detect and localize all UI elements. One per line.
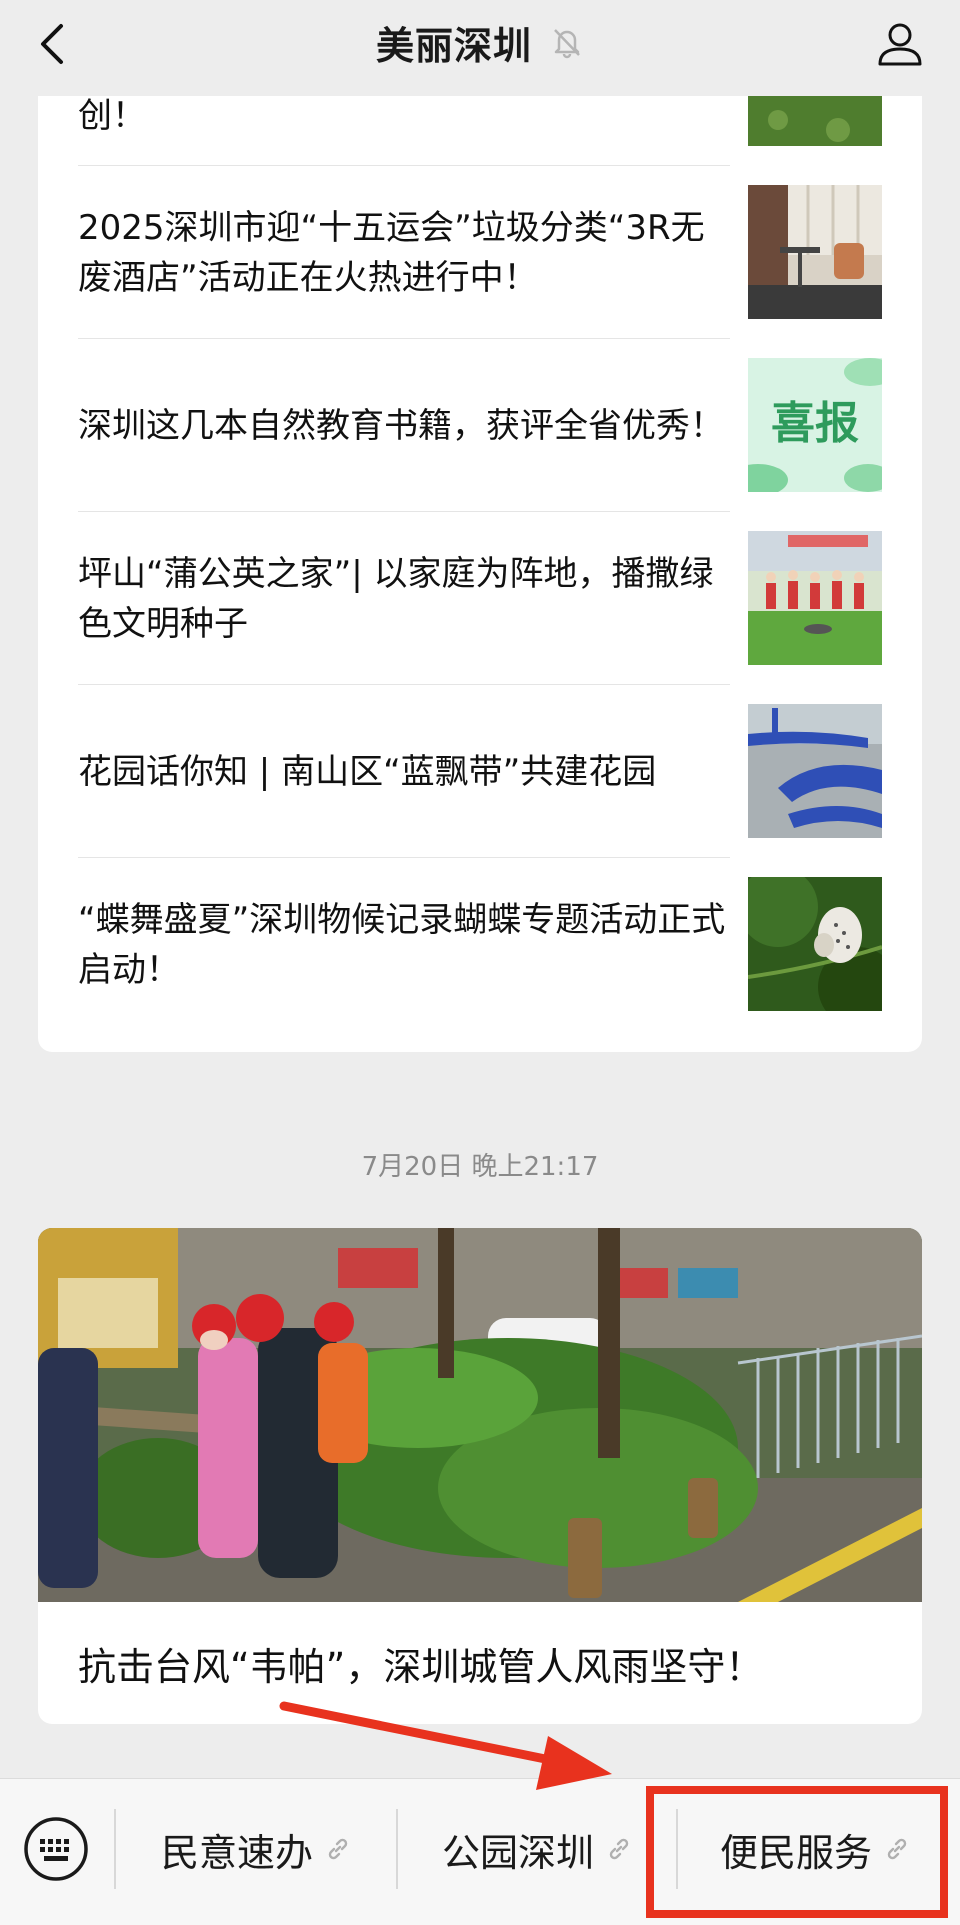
article-thumbnail[interactable] xyxy=(748,877,882,1011)
link-icon xyxy=(328,1838,348,1860)
profile-button[interactable] xyxy=(868,12,932,76)
article-thumbnail[interactable] xyxy=(748,704,882,838)
list-item[interactable]: 坪山“蒲公英之家”| 以家庭为阵地，播撒绿色文明种子 xyxy=(78,512,882,685)
menu-divider xyxy=(396,1809,398,1889)
menu-item-minyi-suban[interactable]: 民意速办 xyxy=(118,1809,394,1889)
article-title[interactable]: 深圳这几本自然教育书籍，获评全省优秀！ xyxy=(78,339,730,512)
thumb-badge-text: 喜报 xyxy=(771,398,859,449)
article-thumbnail[interactable] xyxy=(748,185,882,319)
list-item[interactable]: “蝶舞盛夏”深圳物候记录蝴蝶专题活动正式启动！ xyxy=(78,858,882,1031)
top-nav-bar: 美丽深圳 xyxy=(0,0,960,96)
menu-item-label: 民意速办 xyxy=(160,1830,313,1875)
article-title[interactable]: “蝶舞盛夏”深圳物候记录蝴蝶专题活动正式启动！ xyxy=(78,858,730,1031)
list-item[interactable]: 深圳这几本自然教育书籍，获评全省优秀！ 喜报 xyxy=(78,339,882,512)
article-list-card: 创！ 2025深圳市迎“十五运会”垃圾分类“3R无废酒店”活动正在火热进行中！ xyxy=(38,60,922,1052)
featured-article-card[interactable]: 抗击台风“韦帕”，深圳城管人风雨坚守！ xyxy=(38,1228,922,1724)
user-icon xyxy=(878,23,922,66)
article-thumbnail[interactable]: 喜报 xyxy=(748,358,882,492)
menu-item-label: 公园深圳 xyxy=(441,1830,594,1875)
message-timestamp: 7月20日 晚上21:17 xyxy=(361,1152,599,1182)
article-title[interactable]: 花园话你知 | 南山区“蓝飘带”共建花园 xyxy=(78,685,730,858)
menu-item-gongyuan-shenzhen[interactable]: 公园深圳 xyxy=(400,1809,674,1889)
highlight-annotation-box xyxy=(646,1786,948,1918)
article-thumbnail[interactable] xyxy=(748,531,882,665)
article-title[interactable]: 2025深圳市迎“十五运会”垃圾分类“3R无废酒店”活动正在火热进行中！ xyxy=(78,166,730,339)
list-item[interactable]: 花园话你知 | 南山区“蓝飘带”共建花园 xyxy=(78,685,882,858)
keyboard-toggle-button[interactable] xyxy=(22,1815,90,1883)
featured-article-title[interactable]: 抗击台风“韦帕”，深圳城管人风雨坚守！ xyxy=(78,1602,882,1724)
keyboard-icon xyxy=(24,1817,88,1881)
bell-muted-icon xyxy=(554,29,580,59)
featured-article-image[interactable] xyxy=(38,1228,922,1602)
list-item[interactable]: 2025深圳市迎“十五运会”垃圾分类“3R无废酒店”活动正在火热进行中！ xyxy=(78,166,882,339)
menu-divider xyxy=(114,1809,116,1889)
link-icon xyxy=(609,1838,629,1860)
page-title: 美丽深圳 xyxy=(375,23,532,68)
article-title[interactable]: 坪山“蒲公英之家”| 以家庭为阵地，播撒绿色文明种子 xyxy=(78,512,730,685)
